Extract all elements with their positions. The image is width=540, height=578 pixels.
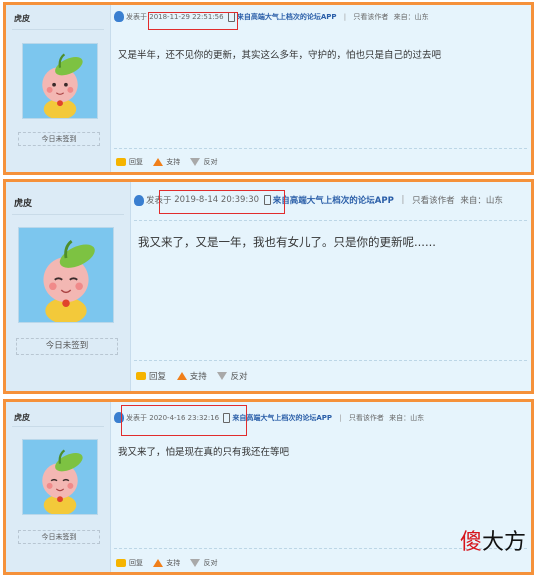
bird-icon (114, 11, 124, 22)
post-content: 又是半年，还不见你的更新，其实这么多年，守护的，怕也只是自己的过去吧 (118, 50, 442, 61)
separator: | (401, 195, 405, 205)
datetime-highlight (121, 405, 247, 436)
app-source-link[interactable]: 来自高端大气上档次的论坛APP (237, 12, 337, 22)
post-panel-1: 虎皮 今日未签到 发表于 2018-11-29 22:51:56 来自高端大气上… (3, 2, 534, 175)
oppose-button[interactable]: 反对 (203, 558, 217, 568)
author-sidebar: 虎皮 今日未签到 (6, 182, 131, 391)
only-author-link[interactable]: 只看该作者 (412, 194, 455, 206)
post-actions: 回复 支持 反对 (136, 370, 247, 382)
post-actions: 回复 支持 反对 (116, 558, 217, 568)
divider (134, 220, 527, 221)
reply-button[interactable]: 回复 (129, 558, 143, 568)
reply-icon (116, 559, 126, 567)
avatar[interactable] (18, 227, 114, 323)
watermark-red-char: 傻 (459, 530, 482, 555)
location: 来自：山东 (389, 413, 425, 422)
avatar[interactable] (22, 43, 98, 119)
divider (114, 148, 527, 149)
sign-in-status: 今日未签到 (18, 530, 100, 544)
reply-icon (136, 372, 146, 380)
posted-label: 发表于 (126, 12, 147, 21)
support-arrow-icon (153, 158, 164, 166)
sprout-avatar-icon (23, 44, 97, 118)
post-body: 发表于 2018-11-29 22:51:56 来自高端大气上档次的论坛APP … (110, 5, 531, 172)
divider (12, 29, 104, 30)
location: 来自：山东 (393, 12, 429, 21)
post-content: 我又来了，怕是现在真的只有我还在等吧 (118, 447, 290, 458)
sprout-avatar-icon (23, 440, 97, 514)
oppose-arrow-icon (190, 158, 201, 166)
divider (12, 214, 124, 215)
avatar[interactable] (22, 439, 98, 515)
location: 来自：山东 (460, 196, 503, 206)
support-arrow-icon (153, 559, 164, 567)
post-content: 我又来了，又是一年，我也有女儿了。只是你的更新呢...... (138, 235, 436, 249)
only-author-link[interactable]: 只看该作者 (353, 12, 388, 22)
author-sidebar: 虎皮 今日未签到 (6, 402, 111, 572)
sprout-avatar-icon (19, 228, 113, 322)
author-name[interactable]: 虎皮 (14, 13, 30, 24)
author-name[interactable]: 虎皮 (14, 196, 32, 209)
author-sidebar: 虎皮 今日未签到 (6, 5, 111, 172)
separator: | (339, 413, 342, 422)
sign-in-status: 今日未签到 (16, 338, 118, 355)
post-panel-3: 虎皮 今日未签到 发表于 2020-4-16 23:32:16 来自高端大气上档… (3, 399, 534, 575)
site-watermark: 傻大方 (460, 524, 526, 556)
reply-button[interactable]: 回复 (149, 370, 166, 382)
post-body: 发表于 2019-8-14 20:39:30 来自高端大气上档次的论坛APP |… (130, 182, 531, 391)
post-panel-2: 虎皮 今日未签到 发表于 2019-8-14 20:39:30 来自高端大气上档… (3, 179, 534, 394)
oppose-arrow-icon (217, 372, 228, 380)
support-button[interactable]: 支持 (166, 558, 180, 568)
author-name[interactable]: 虎皮 (14, 412, 30, 423)
support-button[interactable]: 支持 (166, 157, 180, 167)
sign-in-status: 今日未签到 (18, 132, 100, 146)
support-arrow-icon (176, 372, 187, 380)
oppose-button[interactable]: 反对 (230, 370, 247, 382)
reply-button[interactable]: 回复 (129, 157, 143, 167)
support-button[interactable]: 支持 (190, 370, 207, 382)
datetime-highlight (148, 12, 238, 30)
app-source-link[interactable]: 来自高端大气上档次的论坛APP (273, 194, 394, 206)
only-author-link[interactable]: 只看该作者 (349, 413, 384, 423)
reply-icon (116, 158, 126, 166)
divider (12, 426, 104, 427)
oppose-arrow-icon (190, 559, 201, 567)
separator: | (343, 12, 347, 21)
post-actions: 回复 支持 反对 (116, 157, 217, 167)
app-source-link[interactable]: 来自高端大气上档次的论坛APP (232, 413, 332, 423)
bird-icon (134, 194, 144, 206)
watermark-text: 大方 (481, 530, 526, 555)
divider (134, 360, 527, 361)
datetime-highlight (159, 190, 285, 214)
oppose-button[interactable]: 反对 (203, 157, 217, 167)
